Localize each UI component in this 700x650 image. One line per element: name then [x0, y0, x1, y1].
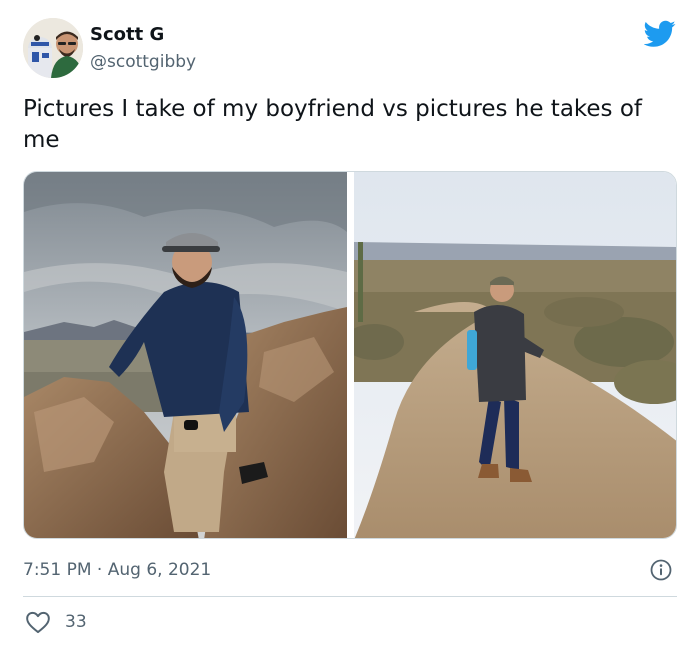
- twitter-bird-icon[interactable]: [643, 20, 676, 48]
- like-count: 33: [65, 612, 87, 632]
- me-on-trail-photo[interactable]: [354, 172, 676, 538]
- like-button[interactable]: 33: [25, 609, 87, 635]
- info-icon[interactable]: [650, 559, 672, 581]
- tweet-card: Scott G @scottgibby Pictures I take of m…: [0, 0, 700, 650]
- tweet-timestamp[interactable]: 7:51 PM · Aug 6, 2021: [23, 559, 211, 581]
- media-grid: [23, 171, 677, 539]
- boyfriend-on-rocks-photo[interactable]: [24, 172, 347, 538]
- author-display-name[interactable]: Scott G: [90, 24, 164, 46]
- heart-icon: [26, 611, 50, 634]
- tweet-text: Pictures I take of my boyfriend vs pictu…: [23, 96, 643, 153]
- timestamp-separator: ·: [96, 560, 103, 580]
- author-handle[interactable]: @scottgibby: [90, 51, 196, 73]
- divider: [23, 596, 677, 597]
- tweet-time: 7:51 PM: [23, 560, 92, 580]
- avatar[interactable]: [23, 18, 83, 78]
- tweet-date: Aug 6, 2021: [107, 560, 212, 580]
